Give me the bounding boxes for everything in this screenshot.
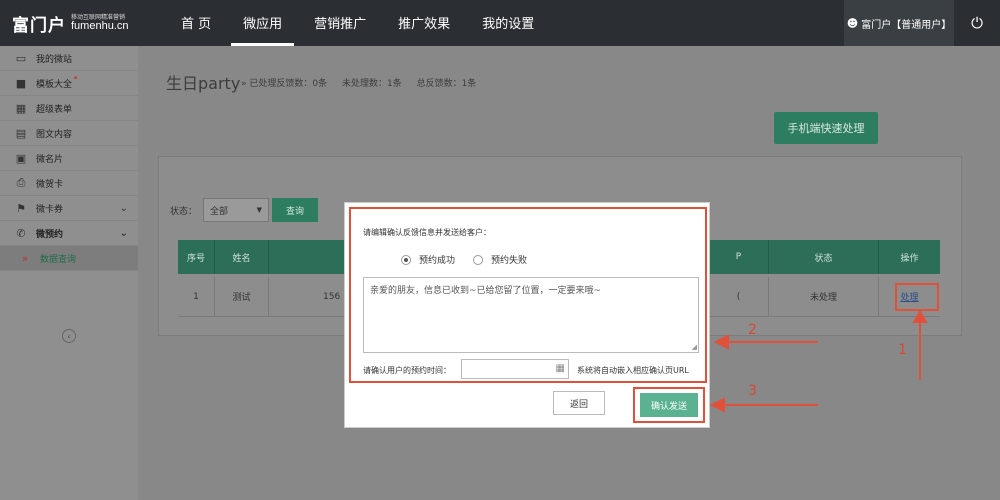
sidebar-item-label: 图文内容 — [36, 129, 73, 140]
person-icon: ☻ — [846, 16, 859, 30]
result-radio-group: 预约成功 预约失败 — [401, 253, 545, 266]
mobile-quick-handle-button[interactable]: 手机端快速处理 — [774, 112, 878, 144]
main-nav: 首 页 微应用 营销推广 推广效果 我的设置 — [165, 0, 550, 46]
sidebar-item-content[interactable]: ▤ 图文内容 — [0, 121, 138, 146]
new-badge-dot: • — [73, 74, 79, 84]
col-status: 状态 — [769, 240, 879, 274]
status-select[interactable]: 全部 ▼ — [203, 198, 270, 222]
user-label: 富门户【普通用户】 — [861, 19, 952, 31]
message-text: 亲爱的朋友，信息已收到~已给您留了位置，一定要来哦~ — [370, 286, 602, 296]
radio-fail-label: 预约失败 — [491, 256, 528, 266]
double-chevron-icon: » — [21, 251, 29, 265]
radio-unchecked-icon — [473, 254, 484, 265]
sidebar-item-my-site[interactable]: ▭ 我的微站 — [0, 46, 138, 71]
sidebar-item-label: 数据查询 — [40, 254, 77, 265]
phone-icon: ✆ — [16, 226, 26, 240]
nav-results[interactable]: 推广效果 — [386, 0, 462, 46]
top-navigation-bar: 富门户 移动互联网精准营销 fumenhu.cn 首 页 微应用 营销推广 推广… — [0, 0, 1000, 46]
processed-count: » 已处理反馈数：0条 — [241, 79, 328, 89]
confirm-send-button[interactable]: 确认发送 — [640, 393, 698, 417]
sidebar-item-label: 微名片 — [36, 154, 64, 165]
chevron-down-icon: ⌄ — [119, 227, 128, 239]
logo-domain: fumenhu.cn — [71, 19, 129, 32]
gift-icon: ⚑ — [16, 201, 26, 215]
card-icon: ▣ — [15, 151, 27, 165]
nav-micro-apps[interactable]: 微应用 — [231, 0, 295, 46]
status-filter: 状态： 全部 ▼ 查询 — [170, 198, 319, 222]
sidebar-item-label: 微卡券 — [36, 204, 64, 215]
sidebar-item-label: 超级表单 — [36, 104, 73, 115]
sidebar: ▭ 我的微站 ■ 模板大全 • ▦ 超级表单 ▤ 图文内容 ▣ 微名片 ⎙ 微贺… — [0, 46, 144, 500]
page-title: 生日party — [166, 74, 241, 93]
status-filter-label: 状态： — [170, 206, 198, 217]
collapse-sidebar-icon[interactable]: ‹ — [62, 329, 76, 343]
step-number-1: 1 — [898, 342, 907, 358]
url-note: 系统将自动嵌入相应确认页URL — [577, 366, 689, 375]
radio-fail[interactable]: 预约失败 — [473, 253, 527, 266]
print-icon: ⎙ — [16, 176, 26, 189]
message-textarea[interactable]: 亲爱的朋友，信息已收到~已给您留了位置，一定要来哦~ ◢ — [363, 277, 699, 353]
nav-home[interactable]: 首 页 — [169, 0, 223, 46]
feedback-stats: » 已处理反馈数：0条 未处理数：1条 总反馈数：1条 — [241, 76, 488, 89]
caret-down-icon: ▼ — [256, 206, 263, 214]
logo-text: 富门户 — [12, 15, 66, 36]
feedback-dialog: 请编辑确认反馈信息并发送给客户： 预约成功 预约失败 亲爱的朋友，信息已收到~已… — [344, 202, 710, 428]
booking-time-input[interactable]: ▦ — [461, 359, 569, 379]
time-label: 请确认用户的预约时间： — [363, 366, 451, 375]
calendar-icon[interactable]: ▦ — [556, 363, 565, 374]
col-no: 序号 — [178, 240, 215, 274]
radio-success[interactable]: 预约成功 — [401, 253, 455, 266]
sidebar-item-label: 模板大全 — [36, 79, 73, 90]
status-select-value: 全部 — [210, 206, 229, 217]
step-number-2: 2 — [748, 322, 757, 338]
unprocessed-count: 未处理数：1条 — [341, 79, 402, 89]
annotation-box-form: 请编辑确认反馈信息并发送给客户： 预约成功 预约失败 亲爱的朋友，信息已收到~已… — [349, 207, 707, 383]
total-count: 总反馈数：1条 — [416, 79, 477, 89]
sidebar-item-label: 微贺卡 — [36, 179, 64, 190]
dialog-prompt: 请编辑确认反馈信息并发送给客户： — [363, 228, 491, 237]
cell-extra: ( — [709, 277, 769, 316]
nav-marketing[interactable]: 营销推广 — [302, 0, 378, 46]
logo-sub: 移动互联网精准营销 fumenhu.cn — [71, 14, 129, 32]
power-icon[interactable]: ⏻ — [954, 0, 1000, 46]
cell-status: 未处理 — [769, 277, 879, 316]
calendar-icon: ▦ — [15, 101, 27, 115]
sidebar-item-coupons[interactable]: ⚑ 微卡券 ⌄ — [0, 196, 138, 221]
sidebar-item-greeting[interactable]: ⎙ 微贺卡 — [0, 171, 138, 196]
radio-success-label: 预约成功 — [419, 256, 456, 266]
col-name: 姓名 — [215, 240, 269, 274]
query-button[interactable]: 查询 — [272, 198, 319, 222]
sidebar-item-label: 我的微站 — [36, 54, 73, 65]
book-icon: ▤ — [15, 126, 27, 140]
logo[interactable]: 富门户 移动互联网精准营销 fumenhu.cn — [0, 0, 155, 46]
annotation-box-send: 确认发送 — [633, 387, 705, 423]
col-action: 操作 — [900, 253, 919, 264]
radio-checked-icon — [401, 254, 411, 265]
cell-no: 1 — [178, 277, 215, 316]
resize-grip-icon[interactable]: ◢ — [692, 343, 697, 351]
sidebar-item-card[interactable]: ▣ 微名片 — [0, 146, 138, 171]
sidebar-item-forms[interactable]: ▦ 超级表单 — [0, 96, 138, 121]
sidebar-item-label: 微预约 — [36, 229, 64, 240]
col-extra: P — [709, 240, 769, 274]
folder-icon: ■ — [15, 76, 27, 90]
annotation-box-handle — [895, 283, 939, 311]
chevron-down-icon: ⌄ — [119, 202, 128, 214]
cell-name: 测试 — [215, 277, 269, 316]
back-button[interactable]: 返回 — [553, 391, 605, 415]
nav-settings[interactable]: 我的设置 — [470, 0, 546, 46]
monitor-icon: ▭ — [15, 51, 27, 65]
sidebar-item-data-query[interactable]: » 数据查询 — [0, 246, 144, 271]
step-number-3: 3 — [748, 383, 757, 399]
user-menu[interactable]: ☻ 富门户【普通用户】 — [844, 0, 954, 46]
sidebar-item-booking[interactable]: ✆ 微预约 ⌄ — [0, 221, 138, 246]
sidebar-item-templates[interactable]: ■ 模板大全 • — [0, 71, 138, 96]
